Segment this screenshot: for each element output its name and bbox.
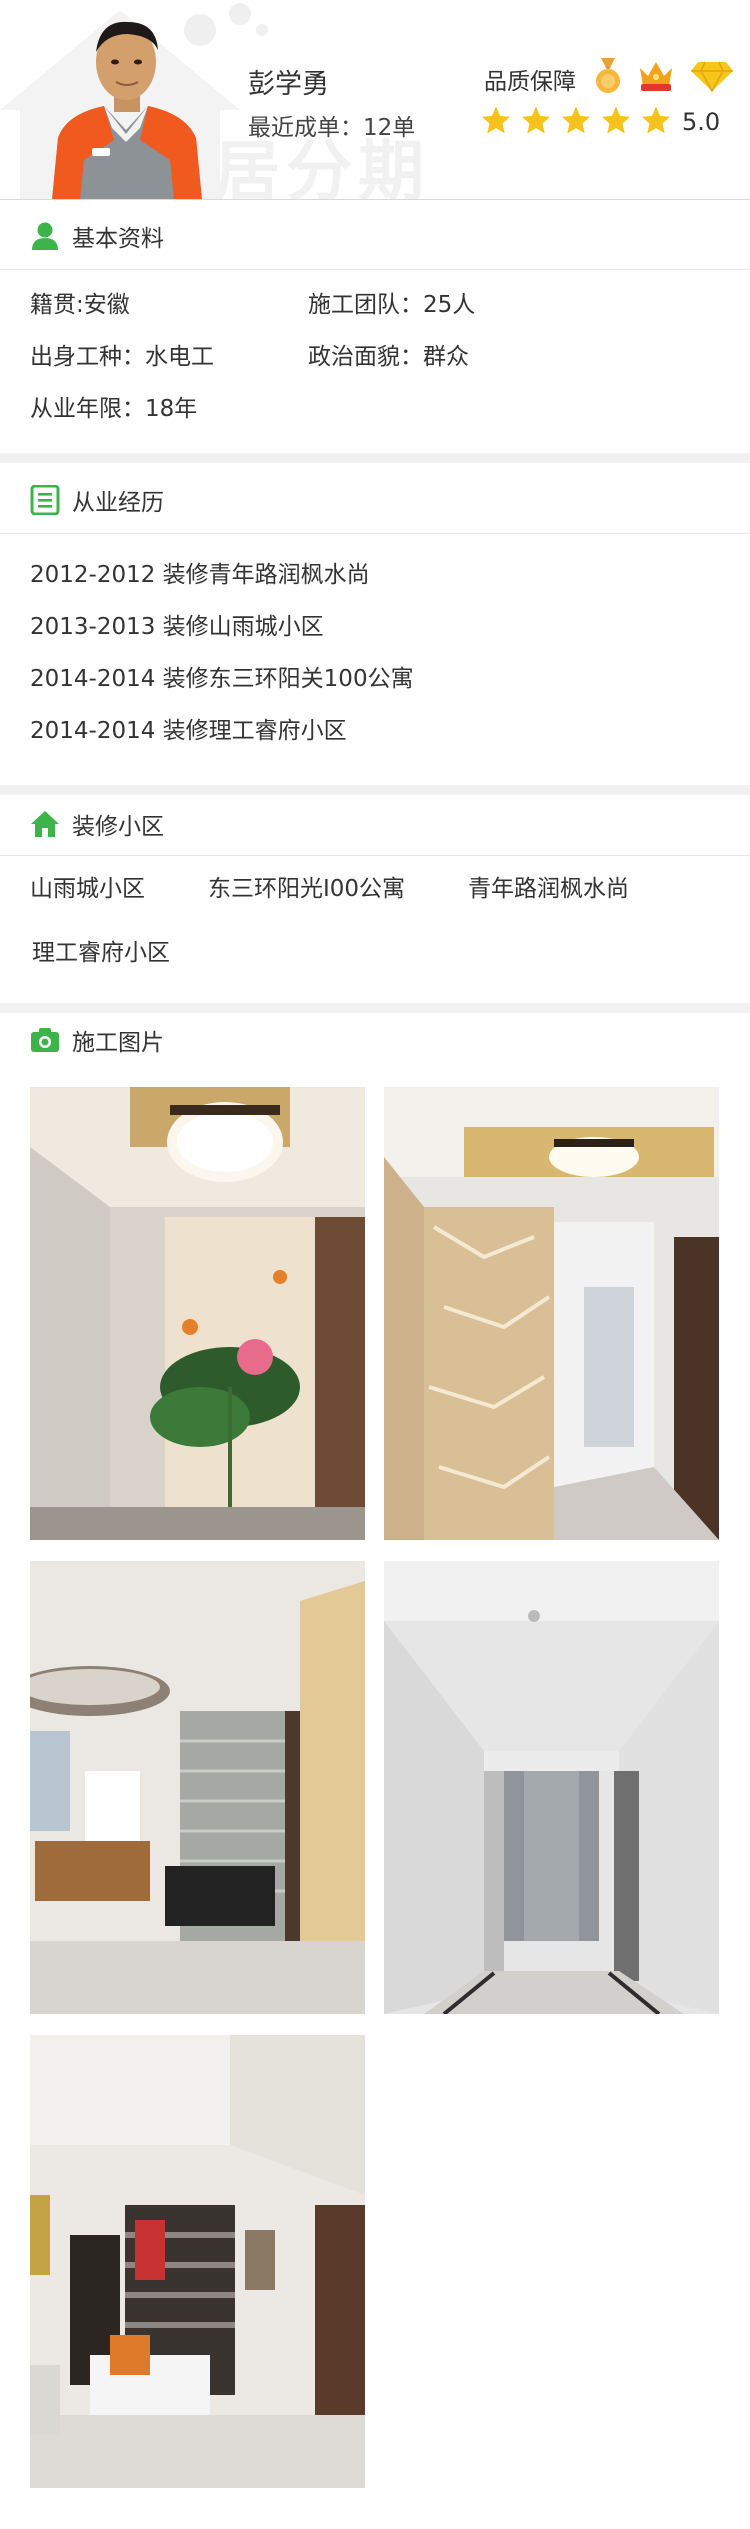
experience-title: 从业经历 (30, 483, 164, 517)
experience-section: 从业经历 2012-2012 装修青年路润枫水尚 2013-2013 装修山雨城… (0, 463, 750, 785)
header-divider (0, 199, 750, 200)
basic-info-title: 基本资料 (30, 219, 164, 253)
section-title-text: 基本资料 (72, 226, 164, 252)
section-title-text: 从业经历 (72, 490, 164, 516)
title-underline (0, 269, 750, 270)
politics-text: 政治面貌：群众 (308, 344, 469, 370)
star-icon (481, 106, 511, 134)
worker-name: 彭学勇 (248, 69, 329, 100)
star-icon (641, 106, 671, 134)
recent-orders: 最近成单：12单 (248, 115, 416, 141)
communities-title: 装修小区 (30, 807, 164, 841)
medal-icon[interactable] (594, 58, 622, 94)
star-icon (521, 106, 551, 134)
quality-guarantee-label: 品质保障 (484, 69, 576, 95)
rating-stars (480, 106, 672, 136)
years-text: 从业年限：18年 (30, 396, 198, 422)
trade-text: 出身工种：水电工 (30, 344, 214, 370)
avatar (52, 21, 202, 200)
hometown-text: 籍贯:安徽 (30, 292, 130, 318)
construction-photo[interactable] (30, 1561, 365, 2014)
section-title-text: 装修小区 (72, 814, 164, 840)
section-divider (0, 1003, 750, 1013)
experience-item: 2012-2012 装修青年路润枫水尚 (30, 562, 370, 588)
basic-info-section: 基本资料 籍贯:安徽 施工团队：25人 出身工种：水电工 政治面貌：群众 从业年… (0, 201, 750, 453)
badge-row (594, 58, 734, 94)
team-size-text: 施工团队：25人 (308, 292, 476, 318)
experience-item: 2014-2014 装修理工睿府小区 (30, 718, 347, 744)
star-icon (601, 106, 631, 134)
photos-section: 施工图片 (0, 1013, 750, 2529)
communities-section: 装修小区 山雨城小区 东三环阳光I00公寓 青年路润枫水尚 理工睿府小区 (0, 795, 750, 1003)
construction-photo[interactable] (384, 1087, 719, 1540)
section-title-text: 施工图片 (72, 1030, 164, 1056)
community-tag[interactable]: 山雨城小区 (30, 869, 145, 903)
community-tag[interactable]: 东三环阳光I00公寓 (208, 869, 405, 903)
profile-header: 居分期 彭学勇 最近成单：12单 品质保障 5.0 (0, 0, 750, 200)
photos-title: 施工图片 (30, 1023, 164, 1057)
construction-photo[interactable] (384, 1561, 719, 2014)
title-underline (0, 855, 750, 856)
star-icon (561, 106, 591, 134)
camera-icon (31, 1028, 59, 1052)
diamond-icon[interactable] (690, 60, 734, 92)
experience-item: 2013-2013 装修山雨城小区 (30, 614, 324, 640)
section-divider (0, 453, 750, 463)
home-icon (31, 811, 59, 837)
construction-photo[interactable] (30, 2035, 365, 2488)
rating-value: 5.0 (682, 108, 721, 136)
person-icon (32, 222, 58, 250)
section-divider (0, 785, 750, 795)
crown-badge-icon[interactable] (638, 60, 674, 92)
community-tag[interactable]: 青年路润枫水尚 (468, 869, 629, 903)
title-underline (0, 533, 750, 534)
document-list-icon (30, 485, 60, 515)
experience-item: 2014-2014 装修东三环阳关100公寓 (30, 666, 414, 692)
construction-photo[interactable] (30, 1087, 365, 1540)
community-tag[interactable]: 理工睿府小区 (32, 933, 170, 967)
